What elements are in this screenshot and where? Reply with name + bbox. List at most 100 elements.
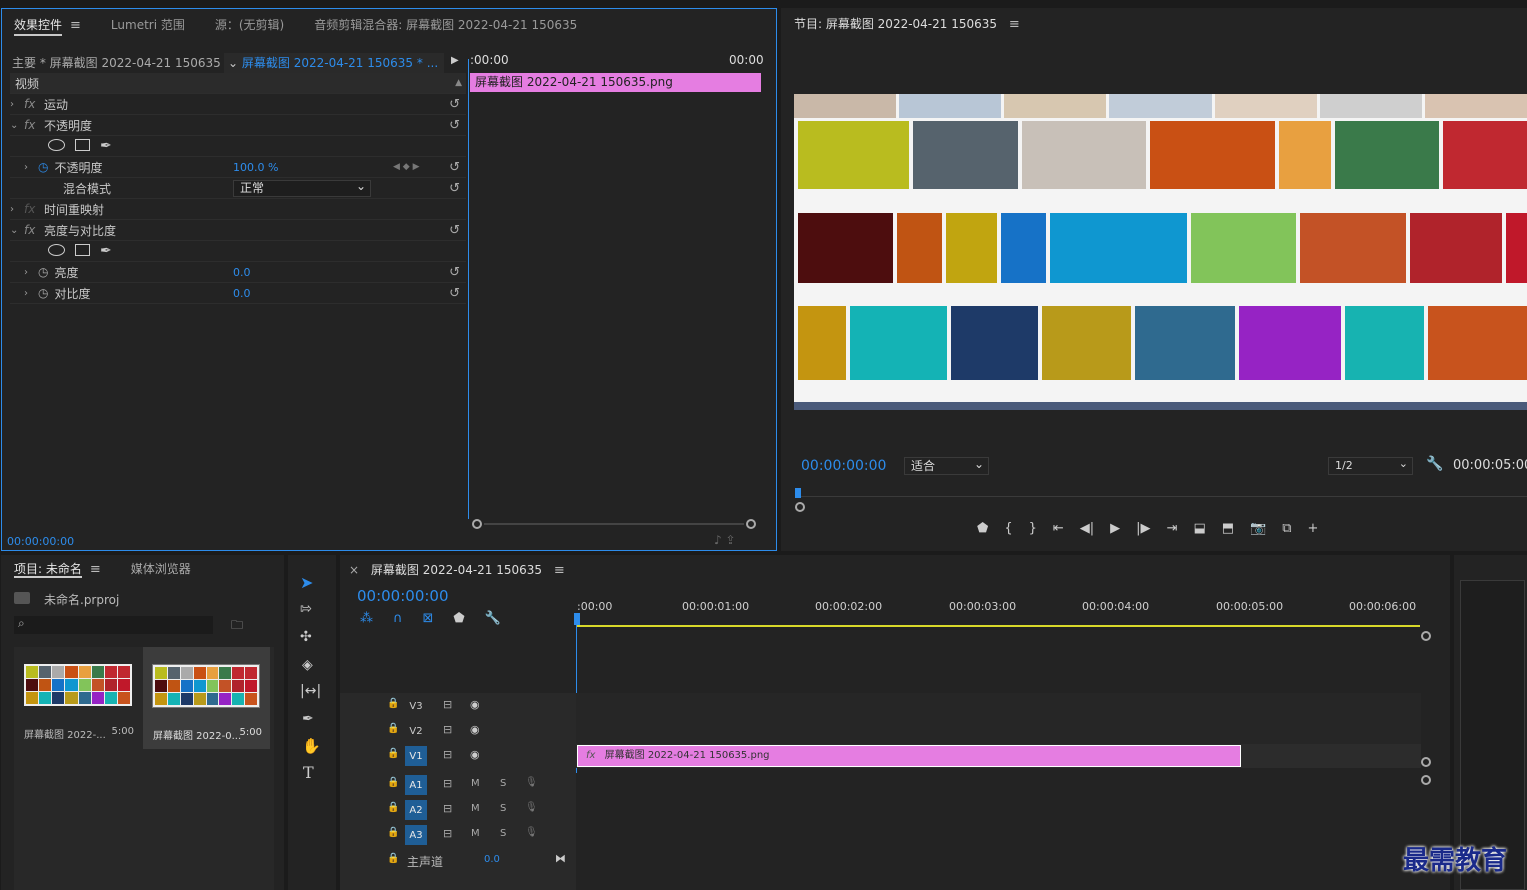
- chevron-down-icon[interactable]: ⌄: [10, 225, 24, 236]
- timeline-tab[interactable]: × 屏幕截图 2022-04-21 150635 ≡: [349, 561, 565, 578]
- track-target-a2[interactable]: A2: [405, 800, 427, 820]
- scroll-up-icon[interactable]: ▲: [455, 78, 462, 88]
- chevron-down-icon[interactable]: ⌄: [10, 120, 24, 131]
- project-search-input[interactable]: ⌕: [14, 616, 213, 634]
- lock-icon[interactable]: 🔒: [387, 827, 399, 838]
- playhead-handle[interactable]: [574, 613, 580, 625]
- panel-menu-icon[interactable]: ≡: [90, 562, 101, 577]
- lock-icon[interactable]: 🔒: [387, 777, 399, 788]
- go-to-end-icon[interactable]: ⧓: [555, 852, 566, 865]
- opacity-param[interactable]: › ◷ 不透明度 100.0 % ◀ ◆ ▶ ↺: [10, 157, 466, 178]
- track-target-v2[interactable]: V2: [405, 721, 427, 741]
- sync-lock-icon[interactable]: ⊟: [443, 827, 452, 840]
- pen-mask-icon[interactable]: ✒: [100, 138, 112, 154]
- type-tool-icon[interactable]: T: [303, 763, 314, 782]
- lock-icon[interactable]: 🔒: [387, 748, 399, 759]
- mark-in-icon[interactable]: {: [1004, 521, 1012, 543]
- effect-brightness-contrast[interactable]: ⌄ fx 亮度与对比度 ↺: [10, 220, 466, 241]
- reset-icon[interactable]: ↺: [449, 223, 460, 238]
- reset-icon[interactable]: ↺: [449, 160, 460, 175]
- panel-menu-icon[interactable]: ≡: [554, 563, 565, 578]
- microphone-icon[interactable]: 🎙: [525, 802, 538, 813]
- rectangle-mask-icon[interactable]: [75, 138, 90, 154]
- wrench-icon[interactable]: 🔧: [485, 611, 501, 626]
- linked-selection-icon[interactable]: ⊠: [423, 611, 434, 626]
- contrast-value[interactable]: 0.0: [233, 287, 251, 300]
- tab-source[interactable]: 源：(无剪辑): [215, 16, 284, 33]
- project-item-selected[interactable]: 屏幕截图 2022-0... 5:00: [143, 647, 270, 749]
- project-item[interactable]: 屏幕截图 2022-... 5:00: [19, 652, 141, 746]
- export-frame-icons[interactable]: ♪ ⇪: [714, 533, 736, 547]
- camera-icon[interactable]: 📷: [1250, 521, 1266, 543]
- microphone-icon[interactable]: 🎙: [525, 827, 538, 838]
- timeline-timecode[interactable]: 00:00:00:00: [357, 587, 449, 605]
- resolution-select[interactable]: 1/2 ⌄: [1328, 457, 1413, 475]
- sync-lock-icon[interactable]: ⊟: [443, 698, 452, 711]
- reset-icon[interactable]: ↺: [449, 265, 460, 280]
- go-to-in-icon[interactable]: ⇤: [1053, 521, 1064, 543]
- tab-effect-controls[interactable]: 效果控件 ≡: [14, 16, 81, 36]
- eye-icon[interactable]: ◉: [470, 698, 480, 711]
- pen-mask-icon[interactable]: ✒: [100, 243, 112, 259]
- add-marker-icon[interactable]: ⬟: [453, 611, 464, 626]
- sync-lock-icon[interactable]: ⊟: [443, 802, 452, 815]
- eye-icon[interactable]: ◉: [470, 748, 480, 761]
- track-select-tool-icon[interactable]: ⇰: [300, 601, 312, 617]
- effects-timecode[interactable]: 00:00:00:00: [7, 535, 74, 548]
- ripple-edit-tool-icon[interactable]: ✣: [300, 629, 312, 645]
- program-playhead[interactable]: [795, 488, 801, 498]
- sequence-clip-dropdown[interactable]: ⌄ 屏幕截图 2022-04-21 150635 * ...: [224, 53, 444, 73]
- track-target-a1[interactable]: A1: [405, 775, 427, 795]
- selection-tool-icon[interactable]: ➤: [300, 573, 313, 592]
- keyframe-nav-icon[interactable]: ◀ ◆ ▶: [393, 162, 420, 172]
- reset-icon[interactable]: ↺: [449, 286, 460, 301]
- mute-button[interactable]: M: [471, 778, 480, 789]
- sync-lock-icon[interactable]: ⊟: [443, 723, 452, 736]
- add-marker-icon[interactable]: ⬟: [977, 521, 988, 543]
- reset-icon[interactable]: ↺: [449, 181, 460, 196]
- effect-motion[interactable]: › fx 运动 ↺: [10, 94, 466, 115]
- stopwatch-icon[interactable]: ◷: [38, 160, 48, 174]
- new-bin-icon[interactable]: 🗀: [231, 616, 243, 637]
- program-timecode[interactable]: 00:00:00:00: [801, 458, 886, 474]
- ellipse-mask-icon[interactable]: [48, 243, 65, 259]
- play-icon[interactable]: ▶: [1110, 521, 1120, 543]
- panel-menu-icon[interactable]: ≡: [1009, 17, 1020, 32]
- lock-icon[interactable]: 🔒: [387, 853, 399, 864]
- sync-lock-icon[interactable]: ⊟: [443, 777, 452, 790]
- stopwatch-icon[interactable]: ◷: [38, 286, 48, 300]
- tab-media-browser[interactable]: 媒体浏览器: [131, 560, 191, 577]
- mini-scrollbar[interactable]: [472, 519, 756, 529]
- tab-lumetri-scopes[interactable]: Lumetri 范围: [111, 16, 185, 33]
- hand-tool-icon[interactable]: ✋: [302, 737, 321, 755]
- effect-opacity[interactable]: ⌄ fx 不透明度 ↺: [10, 115, 466, 136]
- chevron-right-icon[interactable]: ›: [24, 288, 38, 299]
- razor-tool-icon[interactable]: ◈: [302, 657, 313, 673]
- tab-project[interactable]: 项目: 未命名 ≡: [14, 560, 101, 578]
- brightness-value[interactable]: 0.0: [233, 266, 251, 279]
- master-volume-value[interactable]: 0.0: [484, 854, 500, 865]
- chevron-right-icon[interactable]: ›: [24, 267, 38, 278]
- brightness-param[interactable]: › ◷ 亮度 0.0 ↺: [10, 262, 466, 283]
- chevron-right-icon[interactable]: ›: [10, 204, 24, 215]
- snap-icon[interactable]: ∩: [393, 611, 403, 626]
- comparison-view-icon[interactable]: ⧉: [1282, 521, 1291, 543]
- reset-icon[interactable]: ↺: [449, 118, 460, 133]
- program-preview[interactable]: [794, 94, 1527, 410]
- track-target-v1[interactable]: V1: [405, 746, 427, 766]
- mini-playhead[interactable]: [468, 59, 473, 519]
- extract-icon[interactable]: ⬒: [1222, 521, 1234, 543]
- eye-icon[interactable]: ◉: [470, 723, 480, 736]
- track-target-a3[interactable]: A3: [405, 825, 427, 845]
- play-only-icon[interactable]: ▶: [451, 55, 459, 66]
- close-icon[interactable]: ×: [349, 563, 359, 577]
- pen-tool-icon[interactable]: ✒: [302, 711, 314, 727]
- go-to-out-icon[interactable]: ⇥: [1167, 521, 1178, 543]
- reset-icon[interactable]: ↺: [449, 97, 460, 112]
- solo-button[interactable]: S: [500, 828, 506, 839]
- lift-icon[interactable]: ⬓: [1193, 521, 1205, 543]
- mute-button[interactable]: M: [471, 828, 480, 839]
- chevron-right-icon[interactable]: ›: [10, 99, 24, 110]
- chevron-right-icon[interactable]: ›: [24, 162, 38, 173]
- program-scrub-bar[interactable]: [795, 486, 1527, 516]
